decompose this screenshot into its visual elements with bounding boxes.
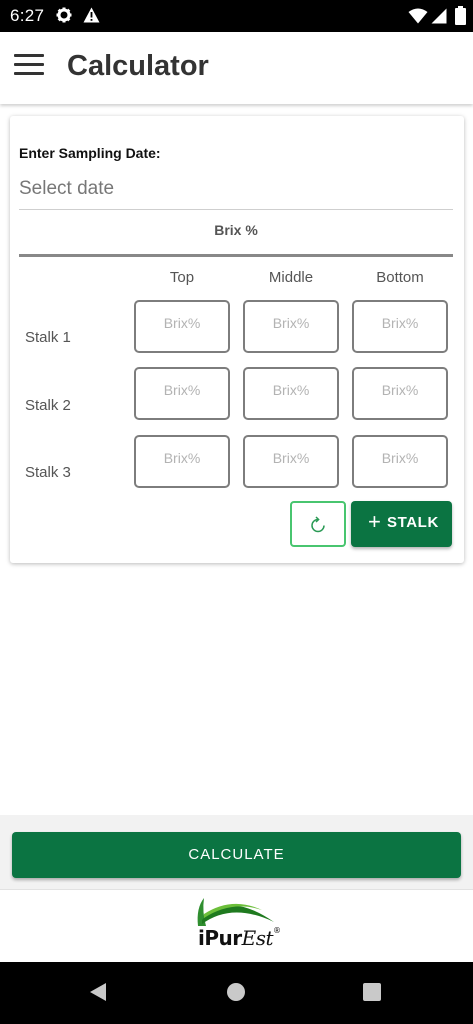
plus-icon: + <box>368 509 382 534</box>
app-bar: Calculator <box>0 32 473 104</box>
page-title: Calculator <box>67 50 209 82</box>
recents-icon[interactable] <box>363 983 381 1001</box>
menu-icon[interactable] <box>14 54 44 78</box>
stalk-3-top-field[interactable] <box>134 435 230 488</box>
status-bar: 6:27 <box>0 0 473 32</box>
logo-text: iPurEst® <box>198 926 281 950</box>
column-header-top: Top <box>169 269 195 286</box>
battery-icon <box>455 6 466 30</box>
column-header-middle: Middle <box>268 269 314 286</box>
stalk-3-label: Stalk 3 <box>25 464 71 481</box>
stalk-3-bottom-field[interactable] <box>352 435 448 488</box>
stalk-1-top-field[interactable] <box>134 300 230 353</box>
brix-section-title: Brix % <box>214 222 258 238</box>
stalk-2-bottom-field[interactable] <box>352 367 448 420</box>
sampling-date-label: Enter Sampling Date: <box>19 145 161 161</box>
home-icon[interactable] <box>227 983 245 1001</box>
ipurest-logo: iPurEst® <box>192 896 282 956</box>
add-stalk-button[interactable]: + STALK <box>351 501 452 547</box>
system-nav-bar <box>0 962 473 1024</box>
brix-form-card: Enter Sampling Date: Brix % Top Middle B… <box>10 116 464 563</box>
stalk-2-top-field[interactable] <box>134 367 230 420</box>
stalk-2-middle-field[interactable] <box>243 367 339 420</box>
gear-icon <box>56 7 72 28</box>
footer: iPurEst® <box>0 889 473 962</box>
refresh-icon <box>311 516 325 533</box>
status-time: 6:27 <box>10 6 45 25</box>
calculate-area: CALCULATE <box>0 815 473 889</box>
stalk-3-middle-field[interactable] <box>243 435 339 488</box>
warning-icon <box>83 7 100 28</box>
stalk-2-label: Stalk 2 <box>25 397 71 414</box>
back-icon[interactable] <box>89 982 107 1007</box>
reset-button[interactable] <box>290 501 346 547</box>
signal-icon <box>430 8 447 29</box>
sampling-date-input[interactable] <box>19 168 453 210</box>
wifi-icon <box>408 8 428 29</box>
stalk-1-bottom-field[interactable] <box>352 300 448 353</box>
calculate-button[interactable]: CALCULATE <box>12 832 461 878</box>
stalk-1-label: Stalk 1 <box>25 329 71 346</box>
add-stalk-label: STALK <box>387 514 439 531</box>
column-header-bottom: Bottom <box>376 269 424 286</box>
brix-divider <box>19 254 453 257</box>
stalk-1-middle-field[interactable] <box>243 300 339 353</box>
